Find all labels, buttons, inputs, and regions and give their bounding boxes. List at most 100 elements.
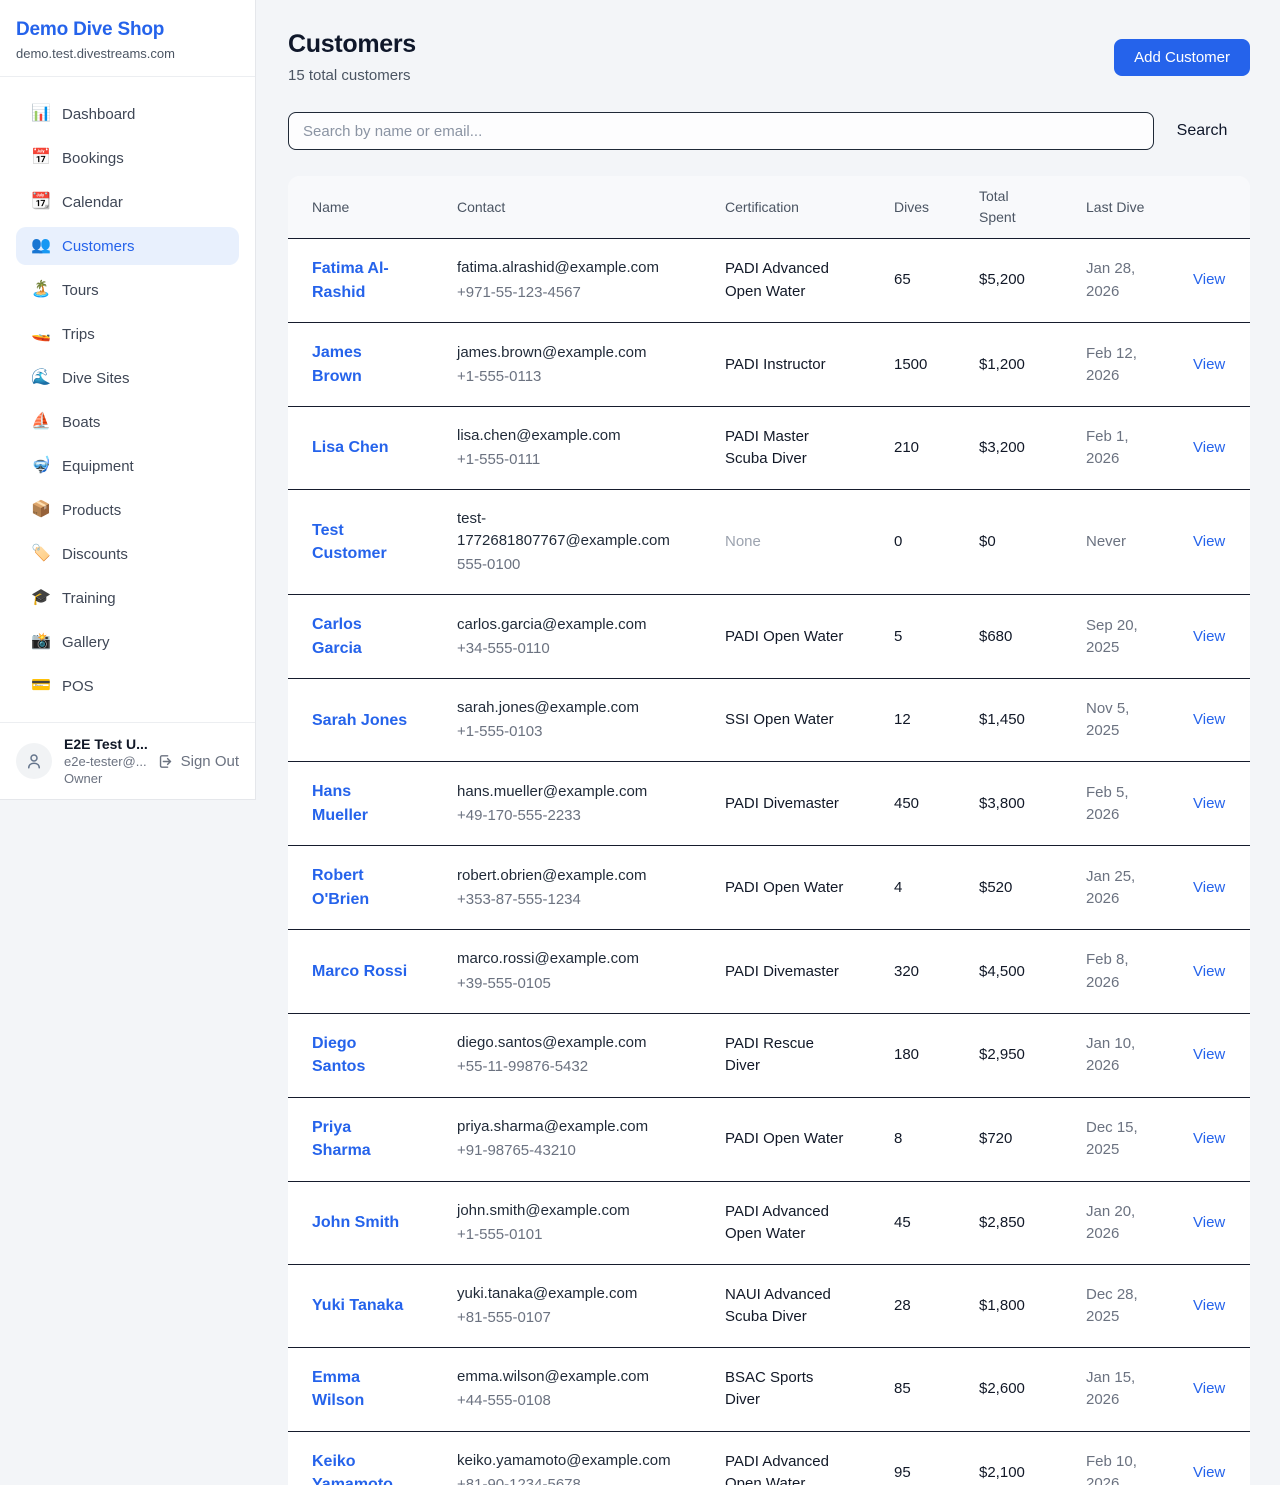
brand: Demo Dive Shop demo.test.divestreams.com: [0, 0, 255, 77]
table-row: Emma Wilson emma.wilson@example.com +44-…: [288, 1347, 1250, 1431]
tear-off-calendar-icon: 📆: [31, 194, 51, 210]
customer-name-link[interactable]: Hans Mueller: [312, 783, 368, 824]
customer-count: 15 total customers: [288, 67, 416, 84]
customer-dives: 210: [870, 407, 955, 490]
customer-name-link[interactable]: Emma Wilson: [312, 1369, 364, 1410]
add-customer-button[interactable]: Add Customer: [1114, 39, 1250, 76]
customer-last-dive: Jan 15, 2026: [1062, 1347, 1169, 1431]
sidebar-item-products[interactable]: 📦 Products: [16, 491, 239, 529]
customer-total-spent: $520: [955, 846, 1062, 930]
customer-dives: 320: [870, 930, 955, 1013]
customer-total-spent: $680: [955, 595, 1062, 679]
customer-name-link[interactable]: James Brown: [312, 344, 362, 385]
sidebar-item-training[interactable]: 🎓 Training: [16, 579, 239, 617]
view-customer-link[interactable]: View: [1193, 533, 1225, 550]
customer-name-link[interactable]: Diego Santos: [312, 1035, 365, 1076]
customer-last-dive: Feb 12, 2026: [1062, 323, 1169, 407]
sidebar-item-customers[interactable]: 👥 Customers: [16, 227, 239, 265]
page-header: Customers 15 total customers Add Custome…: [288, 30, 1250, 84]
customer-email: keiko.yamamoto@example.com: [457, 1450, 677, 1472]
sign-out-button[interactable]: Sign Out: [157, 753, 239, 770]
view-customer-link[interactable]: View: [1193, 1380, 1225, 1397]
customer-total-spent: $2,950: [955, 1013, 1062, 1097]
customer-name-link[interactable]: Carlos Garcia: [312, 616, 362, 657]
customer-total-spent: $5,200: [955, 239, 1062, 323]
customer-certification: PADI Open Water: [701, 1097, 870, 1181]
customer-name-link[interactable]: Yuki Tanaka: [312, 1297, 403, 1314]
customer-email: james.brown@example.com: [457, 342, 677, 364]
customer-name-link[interactable]: Test Customer: [312, 522, 387, 563]
search-button[interactable]: Search: [1154, 122, 1250, 140]
main-content: Customers 15 total customers Add Custome…: [256, 0, 1280, 1485]
user-section: E2E Test U... e2e-tester@... Owner Sign …: [0, 722, 255, 799]
customer-dives: 65: [870, 239, 955, 323]
sidebar-item-label: Trips: [62, 326, 95, 343]
wave-icon: 🌊: [31, 370, 51, 386]
sidebar-item-bookings[interactable]: 📅 Bookings: [16, 139, 239, 177]
view-customer-link[interactable]: View: [1193, 439, 1225, 456]
customer-certification: PADI Master Scuba Diver: [701, 407, 870, 490]
sidebar-item-tours[interactable]: 🏝️ Tours: [16, 271, 239, 309]
column-header: Dives: [870, 176, 955, 239]
sidebar-item-discounts[interactable]: 🏷️ Discounts: [16, 535, 239, 573]
sidebar-item-gallery[interactable]: 📸 Gallery: [16, 623, 239, 661]
sidebar-item-equipment[interactable]: 🤿 Equipment: [16, 447, 239, 485]
customer-dives: 180: [870, 1013, 955, 1097]
customer-name-link[interactable]: John Smith: [312, 1214, 399, 1231]
table-row: James Brown james.brown@example.com +1-5…: [288, 323, 1250, 407]
sidebar-item-boats[interactable]: ⛵ Boats: [16, 403, 239, 441]
customer-total-spent: $2,850: [955, 1181, 1062, 1264]
view-customer-link[interactable]: View: [1193, 879, 1225, 896]
person-icon: [25, 752, 43, 770]
view-customer-link[interactable]: View: [1193, 1046, 1225, 1063]
sidebar-item-label: Calendar: [62, 194, 123, 211]
column-header: Certification: [701, 176, 870, 239]
customer-name-link[interactable]: Robert O'Brien: [312, 867, 369, 908]
view-customer-link[interactable]: View: [1193, 1214, 1225, 1231]
customer-name-link[interactable]: Priya Sharma: [312, 1119, 371, 1160]
view-customer-link[interactable]: View: [1193, 1130, 1225, 1147]
view-customer-link[interactable]: View: [1193, 1297, 1225, 1314]
table-row: John Smith john.smith@example.com +1-555…: [288, 1181, 1250, 1264]
table-row: Robert O'Brien robert.obrien@example.com…: [288, 846, 1250, 930]
customer-last-dive: Dec 28, 2025: [1062, 1264, 1169, 1347]
sailboat-icon: ⛵: [31, 414, 51, 430]
credit-card-icon: 💳: [31, 678, 51, 694]
view-customer-link[interactable]: View: [1193, 271, 1225, 288]
view-customer-link[interactable]: View: [1193, 628, 1225, 645]
customer-name-link[interactable]: Keiko Yamamoto: [312, 1453, 393, 1485]
view-customer-link[interactable]: View: [1193, 963, 1225, 980]
customer-total-spent: $3,800: [955, 762, 1062, 846]
calendar-icon: 📅: [31, 150, 51, 166]
customer-total-spent: $3,200: [955, 407, 1062, 490]
customer-email: emma.wilson@example.com: [457, 1366, 677, 1388]
customer-name-link[interactable]: Marco Rossi: [312, 963, 407, 980]
customer-name-link[interactable]: Lisa Chen: [312, 439, 388, 456]
view-customer-link[interactable]: View: [1193, 795, 1225, 812]
customer-total-spent: $1,200: [955, 323, 1062, 407]
page-title: Customers: [288, 30, 416, 59]
column-header: [1169, 176, 1250, 239]
sidebar-item-trips[interactable]: 🚤 Trips: [16, 315, 239, 353]
search-input[interactable]: [288, 112, 1154, 150]
customer-dives: 5: [870, 595, 955, 679]
customer-phone: +1-555-0111: [457, 449, 677, 471]
sidebar-item-dive-sites[interactable]: 🌊 Dive Sites: [16, 359, 239, 397]
table-row: Test Customer test-1772681807767@example…: [288, 490, 1250, 595]
customer-dives: 12: [870, 679, 955, 762]
customer-name-link[interactable]: Sarah Jones: [312, 712, 407, 729]
sidebar-item-pos[interactable]: 💳 POS: [16, 667, 239, 705]
view-customer-link[interactable]: View: [1193, 1464, 1225, 1481]
sidebar-item-calendar[interactable]: 📆 Calendar: [16, 183, 239, 221]
view-customer-link[interactable]: View: [1193, 356, 1225, 373]
customer-phone: +81-90-1234-5678: [457, 1474, 677, 1485]
sidebar-item-dashboard[interactable]: 📊 Dashboard: [16, 95, 239, 133]
sidebar-item-label: Discounts: [62, 546, 128, 563]
customer-email: lisa.chen@example.com: [457, 425, 677, 447]
customer-total-spent: $0: [955, 490, 1062, 595]
customer-name-link[interactable]: Fatima Al-Rashid: [312, 260, 389, 301]
customer-certification: BSAC Sports Diver: [701, 1347, 870, 1431]
customer-last-dive: Sep 20, 2025: [1062, 595, 1169, 679]
view-customer-link[interactable]: View: [1193, 711, 1225, 728]
customer-last-dive: Never: [1062, 490, 1169, 595]
